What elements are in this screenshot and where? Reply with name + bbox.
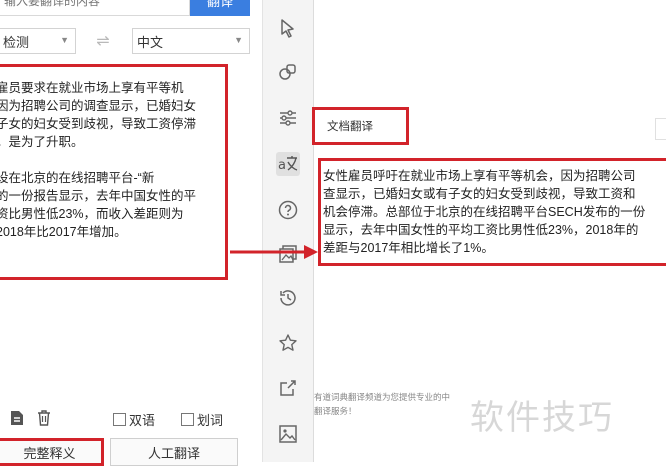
eraser-icon[interactable]: [276, 60, 300, 84]
trash-icon[interactable]: [37, 410, 51, 426]
translate-panel: 翻译 检测 ▼ ⇌ 中文 ▼ 雇员要求在就业市场上享有平等机 因为招聘公司的调查…: [0, 0, 263, 466]
chevron-down-icon: ▼: [60, 35, 69, 45]
source-paragraph: 雇员要求在就业市场上享有平等机 因为招聘公司的调查显示，已婚妇女 子女的妇女受到…: [0, 81, 197, 149]
bilingual-label: 双语: [129, 413, 156, 428]
document-translation-tab[interactable]: 文档翻译: [312, 107, 409, 145]
search-input[interactable]: [0, 0, 190, 16]
result-line: 女性雇员呼吁在就业市场上享有平等机会，因为招聘公司: [323, 169, 636, 183]
bottom-toolbar: 双语 划词: [0, 408, 262, 432]
word-select-checkbox[interactable]: 划词: [181, 410, 223, 429]
image-icon[interactable]: [276, 422, 300, 446]
history-icon[interactable]: [276, 286, 300, 310]
translation-result: 女性雇员呼吁在就业市场上享有平等机会，因为招聘公司 查显示，已婚妇女或有子女的妇…: [318, 158, 666, 266]
target-language-select[interactable]: 中文 ▼: [132, 28, 250, 54]
result-line: 差距与2017年相比增长了1%。: [323, 241, 494, 255]
swap-languages-icon[interactable]: ⇌: [88, 30, 118, 52]
source-language-label: 检测: [3, 34, 30, 50]
target-language-label: 中文: [137, 34, 164, 50]
promo-line: 有道词典翻译频道为您提供专业的中: [314, 392, 451, 402]
sliders-icon[interactable]: [276, 106, 300, 130]
promo-line: 翻译服务！: [314, 406, 357, 416]
result-line: 查显示，已婚妇女或有子女的妇女受到歧视，导致工资和: [323, 187, 636, 201]
watermark: 软件技巧: [470, 398, 614, 438]
translate-button[interactable]: 翻译: [190, 0, 250, 16]
checkbox-box[interactable]: [113, 413, 126, 426]
share-icon[interactable]: [276, 376, 300, 400]
source-language-select[interactable]: 检测 ▼: [0, 28, 76, 54]
source-text-area[interactable]: 雇员要求在就业市场上享有平等机 因为招聘公司的调查显示，已婚妇女 子女的妇女受到…: [0, 64, 228, 280]
help-icon[interactable]: [276, 198, 300, 222]
translate-icon[interactable]: a: [276, 152, 300, 176]
chevron-down-icon: ▼: [234, 35, 243, 45]
result-line: 机会停滞。总部位于北京的在线招聘平台SECH发布的一份: [323, 205, 646, 219]
word-select-label: 划词: [197, 413, 224, 428]
result-line: 显示，去年中国女性的平均工资比男性低23%，2018年的: [323, 223, 639, 237]
document-icon[interactable]: [10, 410, 24, 426]
svg-text:a: a: [278, 158, 286, 173]
star-icon[interactable]: [276, 331, 300, 355]
red-arrow: [230, 245, 318, 259]
promo-text: 有道词典翻译频道为您提供专业的中 翻译服务！: [314, 390, 474, 418]
tool-sidebar: a: [263, 0, 313, 462]
bilingual-checkbox[interactable]: 双语: [113, 410, 155, 429]
checkbox-box[interactable]: [181, 413, 194, 426]
source-paragraph: 设在北京的在线招聘平台-“新 的一份报告显示，去年中国女性的平 资比男性低23%…: [0, 171, 197, 239]
tab-placeholder: [655, 118, 666, 140]
cursor-icon[interactable]: [276, 16, 300, 40]
